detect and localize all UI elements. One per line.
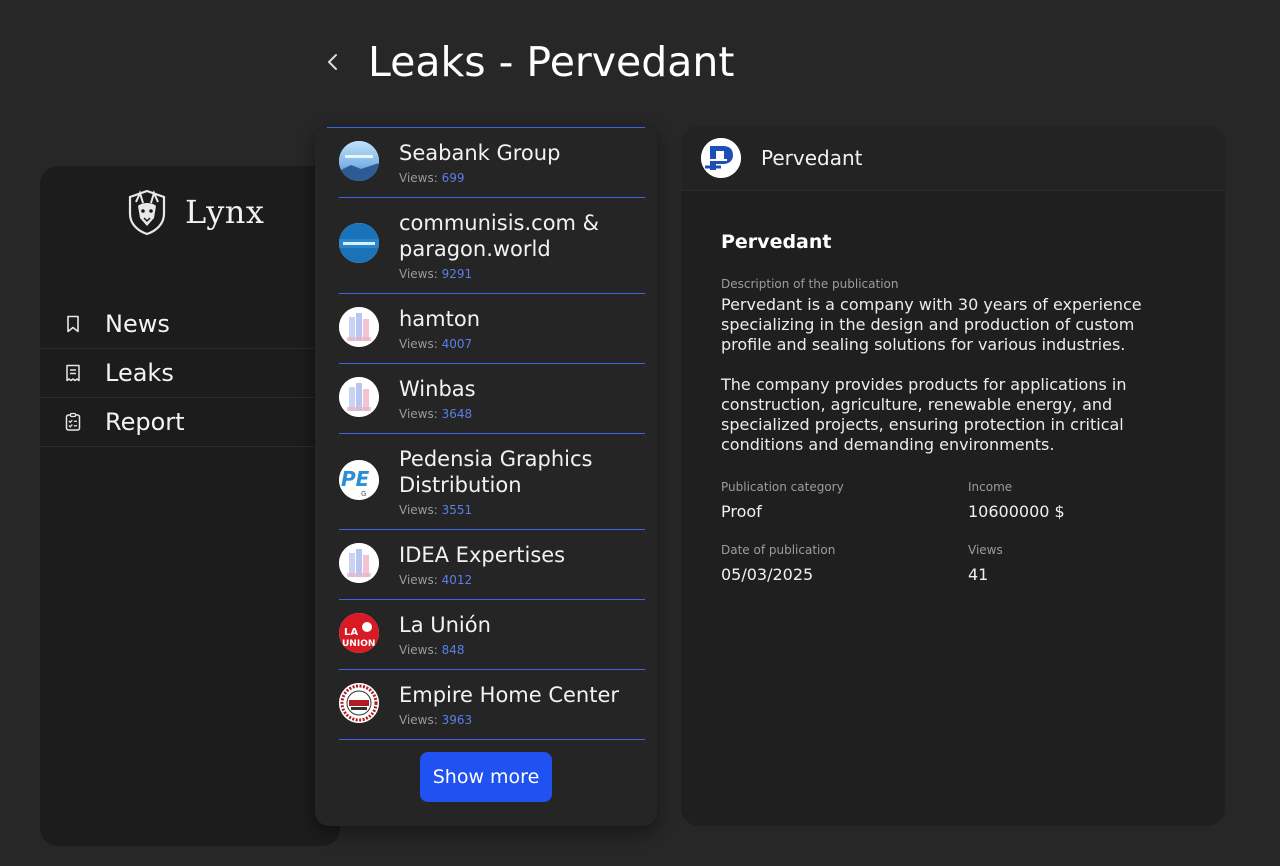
nav-label-report: Report (105, 408, 185, 436)
nav-item-leaks[interactable]: Leaks (40, 349, 340, 398)
placeholder-logo-icon (339, 307, 379, 347)
show-more-button[interactable]: Show more (420, 752, 552, 802)
leak-item-seabank-group[interactable]: Seabank Group Views: 699 (339, 128, 645, 198)
chevron-left-icon (328, 54, 337, 70)
leak-views: Views: 3551 (399, 503, 473, 517)
leak-item-winbas[interactable]: Winbas Views: 3648 (339, 364, 645, 434)
category-label: Publication category (721, 480, 844, 494)
svg-text:LA: LA (344, 627, 358, 638)
description-paragraph: The company provides products for applic… (721, 375, 1127, 454)
leak-item-communisis[interactable]: communisis.com & paragon.world Views: 92… (339, 198, 645, 294)
date-value: 05/03/2025 (721, 565, 814, 584)
leak-name: communisis.com & paragon.world (399, 211, 600, 261)
date-field: Date of publication 05/03/2025 (721, 543, 835, 584)
lynx-logo-icon (128, 189, 166, 236)
leak-name: Pedensia Graphics Distribution (399, 447, 593, 497)
description-paragraph: Pervedant is a company with 30 years of … (721, 295, 1142, 354)
leak-views: Views: 4007 (399, 337, 473, 351)
detail-header: Pervedant (681, 126, 1225, 191)
avatar: LA UNION (339, 613, 379, 653)
views-field: Views 41 (968, 543, 1003, 584)
nav-label-news: News (105, 310, 170, 338)
leak-item-la-union[interactable]: LA UNION La Unión Views: 848 (339, 600, 645, 670)
avatar (339, 141, 379, 181)
leak-views: Views: 9291 (399, 267, 473, 281)
pedensia-logo-icon: PEG (339, 460, 379, 500)
leak-detail-panel: Pervedant Pervedant Description of the p… (681, 126, 1225, 826)
pervedant-logo-icon (701, 138, 741, 178)
income-value: 10600000 $ (968, 502, 1065, 521)
nav-item-news[interactable]: News (40, 300, 340, 349)
checklist-icon (63, 412, 83, 432)
leak-name: Empire Home Center (399, 683, 620, 707)
svg-text:PE: PE (341, 467, 370, 491)
detail-header-name: Pervedant (761, 146, 863, 170)
detail-title: Pervedant (721, 231, 832, 253)
views-label: Views (968, 543, 1003, 557)
detail-body: Pervedant Description of the publication… (721, 231, 1181, 584)
leak-views: Views: 4012 (399, 573, 473, 587)
leak-name: Seabank Group (399, 141, 561, 165)
avatar (339, 543, 379, 583)
leak-name: IDEA Expertises (399, 543, 566, 567)
leak-item-idea-expertises[interactable]: IDEA Expertises Views: 4012 (339, 530, 645, 600)
nav-item-report[interactable]: Report (40, 398, 340, 447)
la-union-logo-icon: LAUNION (339, 613, 379, 653)
description-text: Pervedant is a company with 30 years of … (721, 295, 1161, 455)
sidebar: Lynx News Leaks Report (40, 166, 340, 846)
leak-list-panel: Seabank Group Views: 699 communisis.com … (315, 126, 657, 826)
leak-item-empire-home-center[interactable]: Empire Home Center Views: 3963 (339, 670, 645, 740)
leak-views: Views: 848 (399, 643, 465, 657)
leak-name: Winbas (399, 377, 476, 401)
brand-logo[interactable]: Lynx (124, 188, 264, 236)
income-field: Income 10600000 $ (968, 480, 1065, 521)
placeholder-logo-icon (339, 543, 379, 583)
seabank-logo-icon (339, 141, 379, 181)
empire-logo-icon (339, 683, 379, 723)
category-field: Publication category Proof (721, 480, 844, 521)
page-title: Leaks - Pervedant (368, 38, 735, 86)
placeholder-logo-icon (339, 377, 379, 417)
bookmark-icon (63, 314, 83, 334)
category-value: Proof (721, 502, 762, 521)
leak-item-hamton[interactable]: hamton Views: 4007 (339, 294, 645, 364)
leak-views: Views: 3648 (399, 407, 473, 421)
description-label: Description of the publication (721, 277, 899, 291)
svg-text:UNION: UNION (342, 639, 375, 649)
avatar (339, 683, 379, 723)
leak-item-pedensia[interactable]: PE G Pedensia Graphics Distribution Views… (339, 434, 645, 530)
leak-name: La Unión (399, 613, 491, 637)
leak-views: Views: 3963 (399, 713, 473, 727)
date-label: Date of publication (721, 543, 836, 557)
back-button[interactable] (322, 48, 344, 76)
views-value: 41 (968, 565, 989, 584)
avatar (339, 223, 379, 263)
avatar (339, 377, 379, 417)
main-nav: News Leaks Report (40, 300, 340, 447)
income-label: Income (968, 480, 1013, 494)
communisis-logo-icon (339, 223, 379, 263)
leak-name: hamton (399, 307, 481, 331)
nav-label-leaks: Leaks (105, 359, 174, 387)
avatar (339, 307, 379, 347)
brand-name: Lynx (185, 193, 265, 231)
avatar: PE G (339, 460, 379, 500)
receipt-icon (63, 363, 83, 383)
leak-views: Views: 699 (399, 171, 465, 185)
svg-text:G: G (361, 490, 366, 498)
